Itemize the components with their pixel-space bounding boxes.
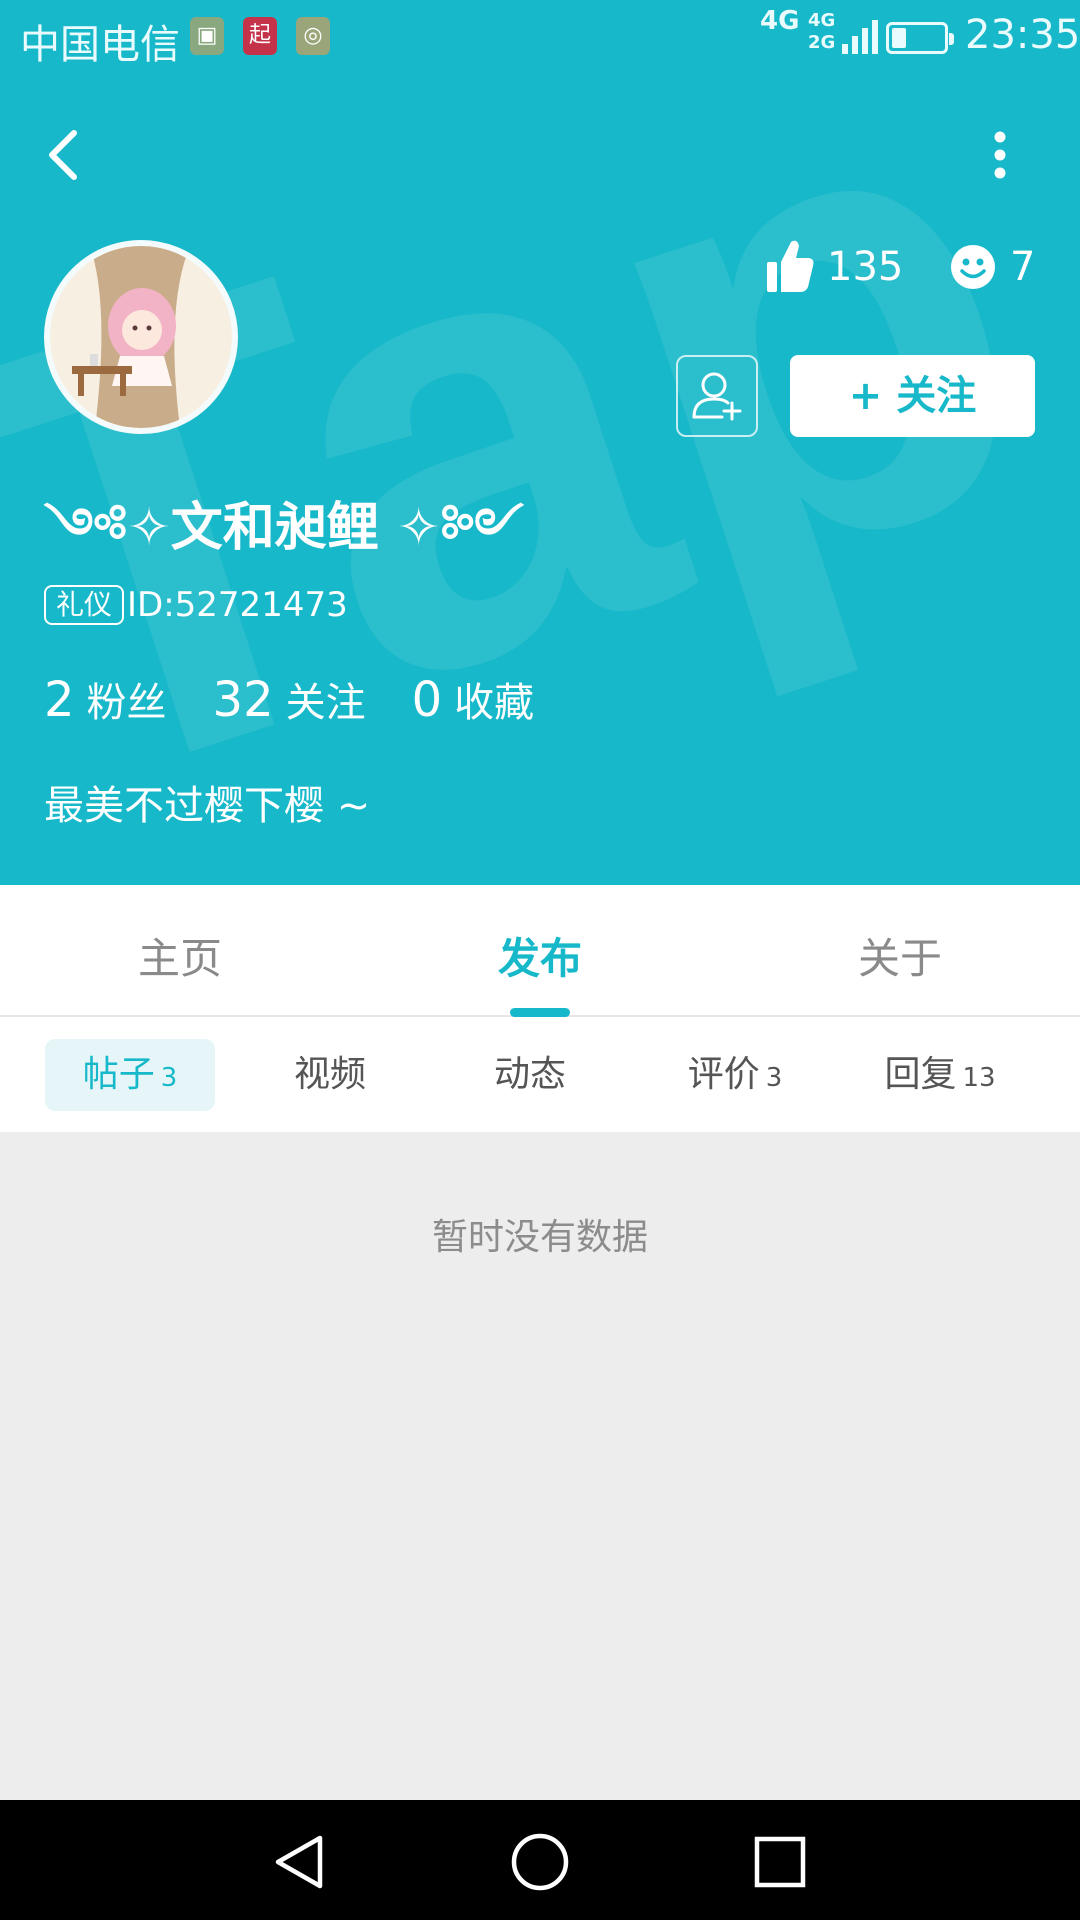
subtab-reviews-count: 3 [765,1063,783,1093]
subtab-replies-label: 回复 [884,1054,957,1095]
smiles-count: 7 [1010,244,1036,290]
tab-posts[interactable]: 发布 [440,925,640,986]
favorites-count: 0 [411,672,443,728]
add-friend-button[interactable] [676,355,758,437]
add-user-icon [692,372,742,421]
more-options-button[interactable] [980,125,1020,185]
fans-count: 2 [44,672,75,728]
subtab-moments-label: 动态 [493,1054,566,1095]
subtab-reviews-label: 评价 [687,1054,760,1095]
favorites-label: 收藏 [454,680,535,726]
active-tab-indicator [510,1008,570,1017]
system-nav-bar [0,1800,1080,1920]
subtab-replies[interactable]: 回复 13 [850,1039,1030,1111]
network-type-secondary: 4G 2G [808,10,836,53]
clock: 23:35 [965,12,1080,58]
more-vertical-icon [994,131,1006,179]
subtab-threads-label: 帖子 [82,1054,155,1095]
battery-icon [886,22,954,54]
network-type: 4G [760,6,800,36]
gallery-icon: ▣ [190,17,224,55]
follow-button[interactable]: + 关注 [790,355,1035,437]
smile-icon [951,245,995,289]
signal-icon [842,20,878,54]
sub-tabs: 帖子 3 视频 动态 评价 3 回复 13 [0,1017,1080,1132]
role-badge: 礼仪 [44,585,124,625]
user-id: ID:52721473 [127,585,348,625]
fans-stat[interactable]: 2 粉丝 [44,672,213,728]
subtab-videos-label: 视频 [293,1054,366,1095]
subtab-reviews[interactable]: 评价 3 [645,1039,825,1111]
avatar[interactable] [44,240,238,434]
app-icon: ◎ [296,17,330,55]
back-triangle-icon[interactable] [268,1830,332,1894]
subtab-threads[interactable]: 帖子 3 [45,1039,215,1111]
empty-state-message: 暂时没有数据 [431,1217,648,1258]
following-count: 32 [212,672,274,728]
follow-stats: 2 粉丝 32 关注 0 收藏 [44,670,580,728]
chevron-left-icon [49,130,77,180]
subtab-videos[interactable]: 视频 [245,1039,415,1111]
favorites-stat[interactable]: 0 收藏 [412,672,581,728]
following-label: 关注 [285,680,366,726]
main-tabs: 主页 发布 关于 [0,885,1080,1017]
bio: 最美不过樱下樱 ~ [44,783,371,829]
recents-square-icon[interactable] [748,1830,812,1894]
watermark: Tap [0,0,1080,885]
subtab-threads-count: 3 [160,1063,178,1093]
subtab-replies-count: 13 [962,1063,996,1093]
thumbs-up-icon [767,240,814,292]
fans-label: 粉丝 [86,680,167,726]
qidian-icon: 起 [243,17,277,55]
status-bar: 中国电信 ▣ 起 ◎ 4G 4G 2G 23:35 [0,0,1080,72]
home-circle-icon[interactable] [508,1830,572,1894]
profile-header: Tap 中国电信 ▣ 起 ◎ 4G 4G 2G 23:35 135 7 + 关注… [0,0,1080,885]
tab-home[interactable]: 主页 [80,925,280,986]
tab-about[interactable]: 关于 [800,925,1000,986]
following-stat[interactable]: 32 关注 [213,672,412,728]
back-button[interactable] [40,125,90,185]
subtab-moments[interactable]: 动态 [445,1039,615,1111]
avatar-illustration [50,246,232,428]
likes-count: 135 [827,244,904,290]
carrier-name: 中国电信 [20,22,180,68]
